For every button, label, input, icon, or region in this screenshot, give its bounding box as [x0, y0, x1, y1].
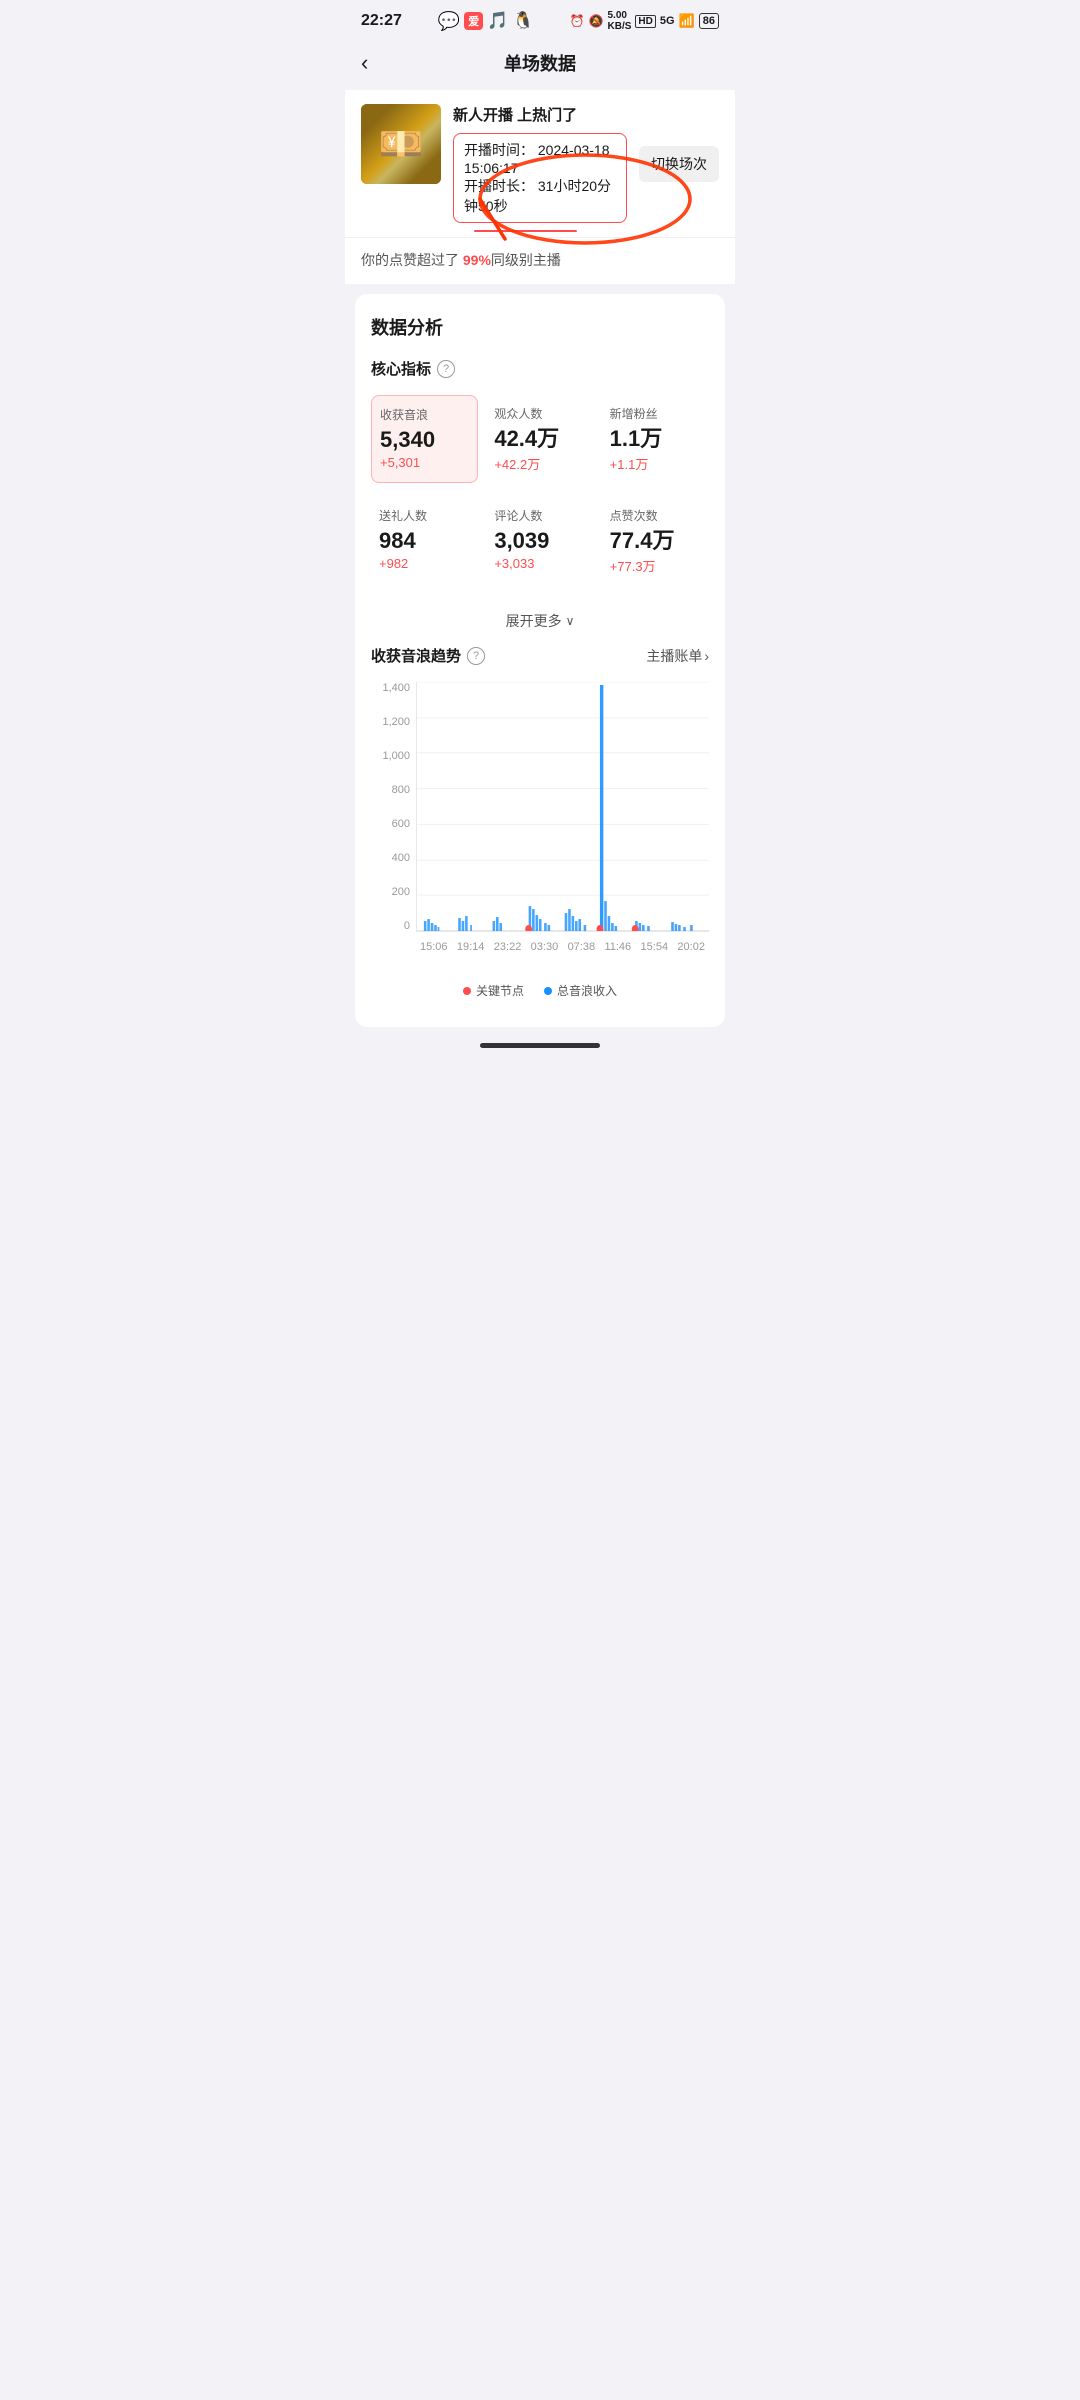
metric-value-3: 984 — [379, 530, 470, 552]
broadcast-info: 新人开播 上热门了 开播时间： 2024-03-18 15:06:17 开播时长… — [453, 104, 627, 223]
chevron-down-icon: ∨ — [566, 614, 575, 628]
y-label-6: 1,200 — [382, 716, 410, 728]
x-label-3: 03:30 — [531, 941, 559, 953]
x-label-5: 11:46 — [604, 941, 631, 953]
5g-icon: 5G — [660, 15, 675, 27]
metric-change-2: +1.1万 — [610, 454, 701, 473]
legend-key-nodes: 关键节点 — [463, 982, 524, 999]
status-bar: 22:27 💬 爱 🎵 🐧 ⏰ 🔕 5.00KB/S HD 5G 📶 86 — [345, 0, 735, 38]
metric-label-5: 点赞次数 — [610, 507, 701, 524]
hd-icon: HD — [635, 15, 655, 28]
back-button[interactable]: ‹ — [361, 50, 368, 76]
broadcast-meta: 开播时间： 2024-03-18 15:06:17 开播时长： 31小时20分钟… — [453, 133, 627, 223]
iqiyi-icon: 爱 — [464, 12, 483, 30]
x-label-4: 07:38 — [568, 941, 596, 953]
trend-title: 收获音浪趋势 ? — [371, 645, 485, 666]
broadcast-card: 新人开播 上热门了 开播时间： 2024-03-18 15:06:17 开播时长… — [345, 90, 735, 237]
help-icon[interactable]: ? — [437, 360, 455, 378]
alarm-icon: ⏰ — [570, 14, 585, 28]
y-label-0: 0 — [404, 920, 410, 932]
y-label-3: 600 — [392, 818, 410, 830]
chart-svg-area — [416, 682, 709, 932]
broadcaster-account-link[interactable]: 主播账单 › — [646, 646, 709, 666]
metric-item-likes: 点赞次数 77.4万 +77.3万 — [602, 497, 709, 585]
likes-text: 你的点赞超过了 — [361, 252, 463, 268]
status-time: 22:27 — [361, 12, 402, 30]
legend-total-yinlang: 总音浪收入 — [544, 982, 617, 999]
x-label-6: 15:54 — [641, 941, 669, 953]
battery-icon: 86 — [699, 13, 719, 29]
metric-item-fans: 新增粉丝 1.1万 +1.1万 — [602, 395, 709, 483]
mute-icon: 🔕 — [589, 14, 604, 28]
broadcast-title: 新人开播 上热门了 — [453, 104, 627, 125]
status-icons: 💬 爱 🎵 🐧 — [438, 11, 534, 32]
analytics-title: 数据分析 — [371, 314, 709, 340]
likes-percentage: 99% — [463, 252, 491, 268]
metric-change-4: +3,033 — [494, 556, 585, 571]
metric-item-gifters: 送礼人数 984 +982 — [371, 497, 478, 585]
legend-label-key-nodes: 关键节点 — [476, 982, 524, 999]
metric-value-2: 1.1万 — [610, 428, 701, 450]
start-time-row: 开播时间： 2024-03-18 15:06:17 — [464, 140, 616, 176]
chart-y-axis: 1,400 1,200 1,000 800 600 400 200 0 — [371, 682, 416, 932]
duration-row: 开播时长： 31小时20分钟50秒 — [464, 176, 616, 216]
qq-icon: 🐧 — [512, 11, 533, 31]
likes-text-suffix: 同级别主播 — [491, 252, 561, 268]
chevron-right-icon: › — [704, 648, 709, 664]
metric-item-yinlang: 收获音浪 5,340 +5,301 — [371, 395, 478, 483]
metric-change-1: +42.2万 — [494, 454, 585, 473]
metric-label-4: 评论人数 — [494, 507, 585, 524]
x-label-2: 23:22 — [494, 941, 522, 953]
metric-change-0: +5,301 — [380, 455, 469, 470]
chart-x-axis: 15:06 19:14 23:22 03:30 07:38 11:46 15:5… — [416, 932, 709, 962]
duration-label: 开播时长： — [464, 178, 534, 194]
tiktok-icon: 🎵 — [487, 11, 508, 31]
switch-session-button[interactable]: 切换场次 — [639, 146, 719, 182]
legend-dot-red — [463, 987, 471, 995]
expand-more-button[interactable]: 展开更多 ∨ — [371, 601, 709, 645]
metric-change-3: +982 — [379, 556, 470, 571]
analytics-card: 数据分析 核心指标 ? 收获音浪 5,340 +5,301 观众人数 42.4万… — [355, 294, 725, 1027]
metric-value-1: 42.4万 — [494, 428, 585, 450]
network-speed: 5.00KB/S — [608, 10, 632, 32]
y-label-5: 1,000 — [382, 750, 410, 762]
metric-item-audience: 观众人数 42.4万 +42.2万 — [486, 395, 593, 483]
status-right: ⏰ 🔕 5.00KB/S HD 5G 📶 86 — [570, 10, 719, 32]
signal-icon: 📶 — [679, 13, 695, 29]
expand-more-label: 展开更多 — [506, 611, 562, 631]
likes-comparison: 你的点赞超过了 99%同级别主播 — [345, 237, 735, 284]
metric-label-1: 观众人数 — [494, 405, 585, 422]
start-time-label: 开播时间： — [464, 142, 534, 158]
x-label-0: 15:06 — [420, 941, 448, 953]
metric-label-3: 送礼人数 — [379, 507, 470, 524]
metrics-grid: 收获音浪 5,340 +5,301 观众人数 42.4万 +42.2万 新增粉丝… — [371, 395, 709, 585]
wechat-icon: 💬 — [438, 11, 460, 32]
metric-value-4: 3,039 — [494, 530, 585, 552]
home-indicator — [480, 1043, 600, 1048]
metric-item-commenters: 评论人数 3,039 +3,033 — [486, 497, 593, 585]
y-label-1: 200 — [392, 886, 410, 898]
legend-dot-blue — [544, 987, 552, 995]
y-label-7: 1,400 — [382, 682, 410, 694]
page-title: 单场数据 — [504, 50, 576, 76]
legend-label-total: 总音浪收入 — [557, 982, 617, 999]
broadcast-thumbnail — [361, 104, 441, 184]
x-label-1: 19:14 — [457, 941, 485, 953]
metric-value-0: 5,340 — [380, 429, 469, 451]
bar-chart-svg — [417, 682, 709, 931]
page-header: ‹ 单场数据 — [345, 38, 735, 90]
chart-legend: 关键节点 总音浪收入 — [371, 974, 709, 1007]
y-label-2: 400 — [392, 852, 410, 864]
y-label-4: 800 — [392, 784, 410, 796]
x-label-7: 20:02 — [677, 941, 705, 953]
trend-help-icon[interactable]: ? — [467, 647, 485, 665]
core-metrics-title: 核心指标 ? — [371, 358, 709, 379]
trend-chart: 1,400 1,200 1,000 800 600 400 200 0 — [371, 682, 709, 962]
metric-value-5: 77.4万 — [610, 530, 701, 552]
trend-header: 收获音浪趋势 ? 主播账单 › — [371, 645, 709, 666]
metric-change-5: +77.3万 — [610, 556, 701, 575]
metric-label-0: 收获音浪 — [380, 406, 469, 423]
metric-label-2: 新增粉丝 — [610, 405, 701, 422]
